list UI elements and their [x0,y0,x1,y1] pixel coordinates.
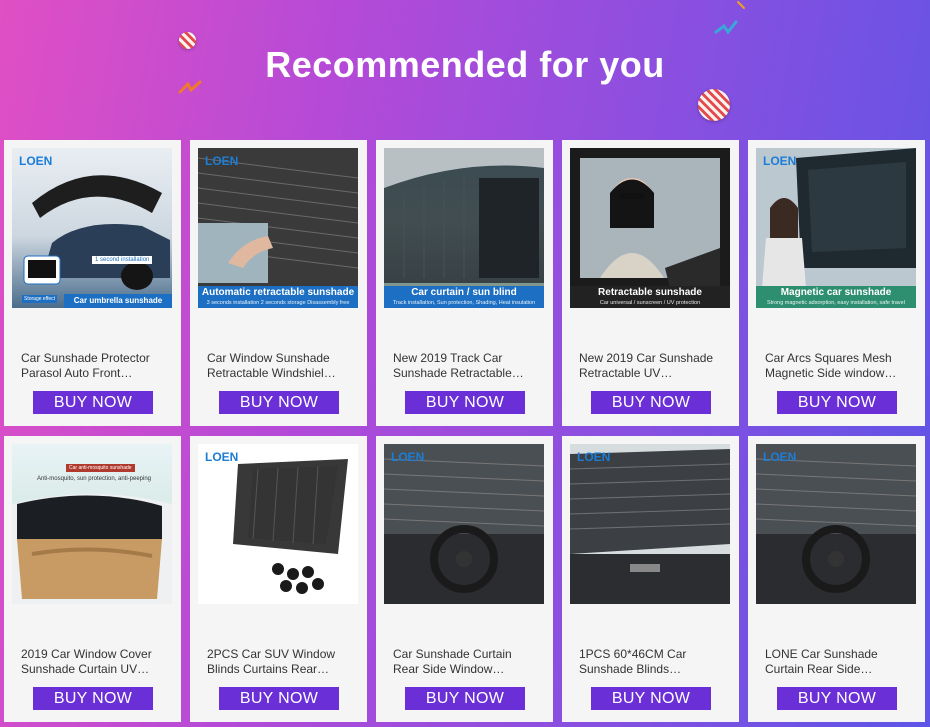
banner-title: Automatic retractable sunshade [201,287,355,298]
buy-now-button[interactable]: BUY NOW [219,391,339,414]
banner-subtitle: Track installation, Sun protection, Shad… [392,300,536,306]
blinds-curtains-illustration [233,459,348,594]
dashboard-sunshade-illustration [756,444,916,604]
product-image[interactable]: LOEN Automatic retractable sunshade 3 sec… [198,148,358,308]
banner-subtitle: Car universal / sunscreen / UV protectio… [599,300,701,306]
buy-now-button[interactable]: BUY NOW [219,687,339,710]
product-name[interactable]: New 2019 Car Sunshade Retractable UV… [579,351,729,381]
image-top-label: Car anti-mosquito sunshade [66,464,135,472]
page-title: Recommended for you [265,44,665,85]
product-name[interactable]: Car Arcs Squares Mesh Magnetic Side windo… [765,351,915,381]
product-image[interactable]: LOEN [756,444,916,604]
buy-now-button[interactable]: BUY NOW [777,687,897,710]
product-name[interactable]: Car Sunshade Curtain Rear Side Window… [393,647,543,677]
product-name-line: Sunshade Blinds… [579,662,682,676]
product-name-line: Retractable UV… [579,366,673,380]
buy-now-button[interactable]: BUY NOW [405,687,525,710]
product-name-line: Sunshade Retractable… [393,366,524,380]
product-name-line: Curtain Rear Side… [765,662,873,676]
product-name[interactable]: Car Window Sunshade Retractable Windshiel… [207,351,357,381]
product-card[interactable]: LOEN Car Sunshade Curtain Rear Side Windo… [376,436,553,722]
product-name-line: Retractable Windshiel… [207,366,336,380]
banner-title: Magnetic car sunshade [780,287,892,298]
buy-now-button[interactable]: BUY NOW [33,391,153,414]
product-image[interactable]: Retractable sunshade Car universal / suns… [570,148,730,308]
product-name-line: Car Sunshade Protector [21,351,150,365]
product-image[interactable]: LOEN [384,444,544,604]
confetti-squiggle-icon [737,1,745,9]
car-curtain-illustration [384,148,544,283]
brand-logo: LOEN [391,450,425,464]
product-image[interactable]: Car anti-mosquito sunshade Anti-mosquito… [12,444,172,604]
product-name-line: 2019 Car Window Cover [21,647,152,661]
storage-badge: Storage effect [22,295,58,303]
banner-subtitle: 3 seconds installation 2 seconds storage… [206,300,350,306]
product-name-line: LONE Car Sunshade [765,647,878,661]
product-card[interactable]: Car anti-mosquito sunshade Anti-mosquito… [4,436,181,722]
brand-logo: LOEN [577,450,611,464]
product-name-line: Car Arcs Squares Mesh [765,351,892,365]
brand-logo: LOEN [763,154,797,168]
product-name-line: Magnetic Side window… [765,366,897,380]
brand-logo: LOEN [205,154,239,168]
product-image[interactable]: LOEN [198,444,358,604]
image-top-text: Anti-mosquito, sun protection, anti-peep… [36,476,152,482]
product-card[interactable]: LOEN LONE Car Sunshade Curtain Rear Side…… [748,436,925,722]
confetti-squiggle-icon [714,20,738,35]
image-banner: Automatic retractable sunshade 3 seconds … [198,286,358,308]
product-name-line: Car Sunshade Curtain [393,647,512,661]
product-name[interactable]: New 2019 Track Car Sunshade Retractable… [393,351,543,381]
banner-title: Retractable sunshade [598,287,702,298]
buy-now-button[interactable]: BUY NOW [33,687,153,710]
product-card[interactable]: Car curtain / sun blind Track installatio… [376,140,553,426]
banner-subtitle: Strong magnetic adsorption, easy install… [767,300,905,306]
brand-logo: LOEN [205,450,239,464]
image-banner: Car curtain / sun blind Track installatio… [384,286,544,308]
product-name-line: 1PCS 60*46CM Car [579,647,687,661]
product-card[interactable]: Retractable sunshade Car universal / suns… [562,140,739,426]
installation-badge: 1 second installation [92,256,153,264]
product-name-line: Blinds Curtains Rear… [207,662,330,676]
product-card[interactable]: LOEN 1 second installation Storage effec… [4,140,181,426]
product-name[interactable]: 2019 Car Window Cover Sunshade Curtain UV… [21,647,171,677]
product-name-line: Rear Side Window… [393,662,505,676]
product-card[interactable]: LOEN Automatic retractable sunshade 3 sec… [190,140,367,426]
product-image[interactable]: LOEN 1 second installation Storage effec… [12,148,172,308]
product-name-line: 2PCS Car SUV Window [207,647,336,661]
image-banner: Car umbrella sunshade [64,294,172,308]
product-image[interactable]: LOEN [570,444,730,604]
buy-now-button[interactable]: BUY NOW [405,391,525,414]
magnetic-sunshade-illustration [756,148,916,308]
car-umbrella-illustration [23,175,170,290]
image-banner: Magnetic car sunshade Strong magnetic ads… [756,286,916,308]
retractable-sunshade-illustration [198,148,358,308]
product-name-line: Parasol Auto Front… [21,366,133,380]
product-card[interactable]: LOEN 1PCS 60*46CM Car Sunshade Blinds… BU… [562,436,739,722]
buy-now-button[interactable]: BUY NOW [591,687,711,710]
woman-in-car-illustration [570,148,730,308]
banner-title: Car umbrella sunshade [73,296,163,305]
buy-now-button[interactable]: BUY NOW [777,391,897,414]
product-card[interactable]: LOEN Magnetic car sunshade Strong magneti… [748,140,925,426]
banner-title: Car curtain / sun blind [411,287,517,298]
product-image[interactable]: Car curtain / sun blind Track installatio… [384,148,544,308]
image-banner: Retractable sunshade Car universal / suns… [570,286,730,308]
product-name[interactable]: Car Sunshade Protector Parasol Auto Front… [21,351,171,381]
product-card[interactable]: LOEN 2PCS Car SUV Window Blinds Curtains … [190,436,367,722]
buy-now-button[interactable]: BUY NOW [591,391,711,414]
product-name[interactable]: LONE Car Sunshade Curtain Rear Side… [765,647,915,677]
product-name-line: Sunshade Curtain UV… [21,662,150,676]
product-name-line: New 2019 Track Car [393,351,503,365]
brand-logo: LOEN [763,450,797,464]
product-name[interactable]: 2PCS Car SUV Window Blinds Curtains Rear… [207,647,357,677]
product-name-line: New 2019 Car Sunshade [579,351,714,365]
dashboard-sunshade-illustration [384,444,544,604]
product-image[interactable]: LOEN Magnetic car sunshade Strong magneti… [756,148,916,308]
product-name-line: Car Window Sunshade [207,351,330,365]
side-window-blind-illustration [570,449,730,604]
brand-logo: LOEN [19,154,53,168]
product-name[interactable]: 1PCS 60*46CM Car Sunshade Blinds… [579,647,729,677]
striped-ball-decoration [698,89,730,121]
